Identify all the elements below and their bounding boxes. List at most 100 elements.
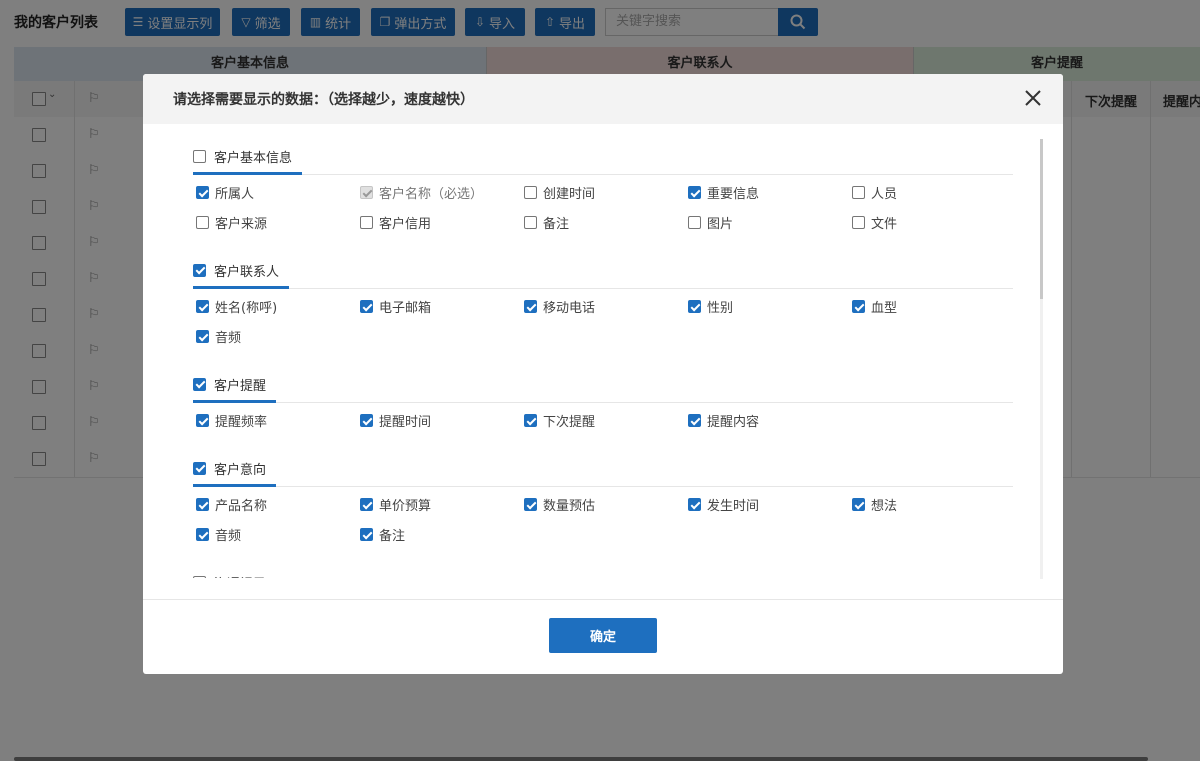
option-label: 客户名称（必选） [379, 187, 484, 202]
option-item[interactable]: 文件 [852, 213, 897, 232]
option-checkbox[interactable] [852, 216, 865, 229]
option-item[interactable]: 客户来源 [196, 213, 267, 232]
section-checkbox[interactable] [193, 575, 206, 578]
option-item[interactable]: 数量预估 [524, 495, 595, 514]
option-item[interactable]: 移动电话 [524, 297, 595, 316]
option-label: 下次提醒 [543, 415, 596, 430]
section-header[interactable]: 客户提醒 [193, 368, 277, 403]
option-item[interactable]: 提醒内容 [688, 411, 759, 430]
option-checkbox[interactable] [196, 528, 209, 541]
section-checkbox[interactable] [193, 149, 206, 163]
option-checkbox[interactable] [360, 216, 373, 229]
section-1: 客户基本信息 [193, 140, 1013, 175]
option-label: 创建时间 [543, 187, 596, 202]
option-checkbox[interactable] [196, 414, 209, 427]
option-label: 文件 [871, 217, 898, 232]
option-item[interactable]: 客户名称（必选） [360, 183, 483, 202]
option-checkbox[interactable] [688, 414, 701, 427]
option-item[interactable]: 重要信息 [688, 183, 759, 202]
option-label: 提醒内容 [707, 415, 760, 430]
option-label: 发生时间 [707, 499, 760, 514]
option-label: 数量预估 [543, 499, 596, 514]
option-checkbox[interactable] [196, 498, 209, 511]
option-label: 重要信息 [707, 187, 760, 202]
option-checkbox[interactable] [524, 300, 537, 313]
option-label: 电子邮箱 [379, 301, 432, 316]
option-label: 备注 [543, 217, 570, 232]
option-item[interactable]: 产品名称 [196, 495, 267, 514]
option-label: 客户信用 [379, 217, 432, 232]
section-header[interactable]: 客户联系人 [193, 254, 290, 289]
section-checkbox[interactable] [193, 377, 206, 391]
column-settings-dialog: 请选择需要显示的数据：（选择越少，速度越快） 客户基本信息所属人 客户名称（必选）… [143, 74, 1063, 674]
section-label: 客户联系人 [214, 264, 280, 280]
option-checkbox[interactable] [688, 300, 701, 313]
option-checkbox[interactable] [196, 300, 209, 313]
option-label: 音频 [215, 331, 242, 346]
section-2: 客户联系人 [193, 254, 1013, 289]
option-checkbox[interactable] [196, 186, 209, 199]
option-item[interactable]: 提醒时间 [360, 411, 431, 430]
option-item[interactable]: 想法 [852, 495, 897, 514]
section-5: 沟通记录 [193, 566, 1013, 578]
option-item[interactable]: 音频 [196, 525, 241, 544]
section-header[interactable]: 沟通记录 [193, 566, 276, 578]
option-item[interactable]: 单价预算 [360, 495, 431, 514]
option-checkbox[interactable] [524, 186, 537, 199]
option-checkbox[interactable] [360, 300, 373, 313]
option-checkbox[interactable] [196, 216, 209, 229]
option-checkbox[interactable] [524, 414, 537, 427]
section-header[interactable]: 客户基本信息 [193, 140, 303, 175]
option-label: 提醒频率 [215, 415, 268, 430]
option-item[interactable]: 性别 [688, 297, 733, 316]
option-label: 移动电话 [543, 301, 596, 316]
option-item[interactable]: 创建时间 [524, 183, 595, 202]
dialog-scrollbar-thumb[interactable] [1040, 139, 1043, 299]
option-checkbox[interactable] [360, 498, 373, 511]
option-label: 单价预算 [379, 499, 432, 514]
option-label: 想法 [871, 499, 898, 514]
option-item[interactable]: 图片 [688, 213, 733, 232]
section-label: 客户提醒 [214, 378, 267, 394]
option-label: 性别 [707, 301, 734, 316]
option-item[interactable]: 血型 [852, 297, 897, 316]
option-label: 图片 [707, 217, 734, 232]
option-checkbox[interactable] [852, 186, 865, 199]
option-item[interactable]: 发生时间 [688, 495, 759, 514]
option-item[interactable]: 所属人 [196, 183, 254, 202]
option-checkbox[interactable] [688, 498, 701, 511]
option-label: 血型 [871, 301, 898, 316]
option-item[interactable]: 人员 [852, 183, 897, 202]
option-checkbox[interactable] [524, 498, 537, 511]
option-item[interactable]: 音频 [196, 327, 241, 346]
close-icon[interactable] [1023, 88, 1043, 108]
section-checkbox[interactable] [193, 263, 206, 277]
option-label: 客户来源 [215, 217, 268, 232]
section-checkbox[interactable] [193, 461, 206, 475]
section-3: 客户提醒 [193, 368, 1013, 403]
option-label: 人员 [871, 187, 898, 202]
option-label: 备注 [379, 529, 406, 544]
option-item[interactable]: 提醒频率 [196, 411, 267, 430]
dialog-body: 客户基本信息 所属人 客户名称（必选） 创建时间 重要信息 人员 客户来源 客户信用 备注 图片文… [143, 124, 1063, 578]
option-item[interactable]: 客户信用 [360, 213, 431, 232]
option-item[interactable]: 下次提醒 [524, 411, 595, 430]
dialog-header: 请选择需要显示的数据：（选择越少，速度越快） [143, 74, 1063, 124]
option-checkbox[interactable] [360, 528, 373, 541]
option-item[interactable]: 电子邮箱 [360, 297, 431, 316]
option-item[interactable]: 备注 [524, 213, 569, 232]
option-item[interactable]: 备注 [360, 525, 405, 544]
option-checkbox[interactable] [360, 186, 373, 199]
option-checkbox[interactable] [688, 216, 701, 229]
option-item[interactable]: 姓名(称呼) [196, 297, 277, 316]
option-checkbox[interactable] [196, 330, 209, 343]
option-checkbox[interactable] [524, 216, 537, 229]
confirm-button[interactable]: 确定 [549, 618, 657, 653]
option-checkbox[interactable] [360, 414, 373, 427]
option-checkbox[interactable] [688, 186, 701, 199]
section-header[interactable]: 客户意向 [193, 452, 277, 487]
option-checkbox[interactable] [852, 300, 865, 313]
dialog-footer: 确定 [143, 599, 1063, 674]
section-label: 客户基本信息 [214, 150, 293, 166]
option-checkbox[interactable] [852, 498, 865, 511]
